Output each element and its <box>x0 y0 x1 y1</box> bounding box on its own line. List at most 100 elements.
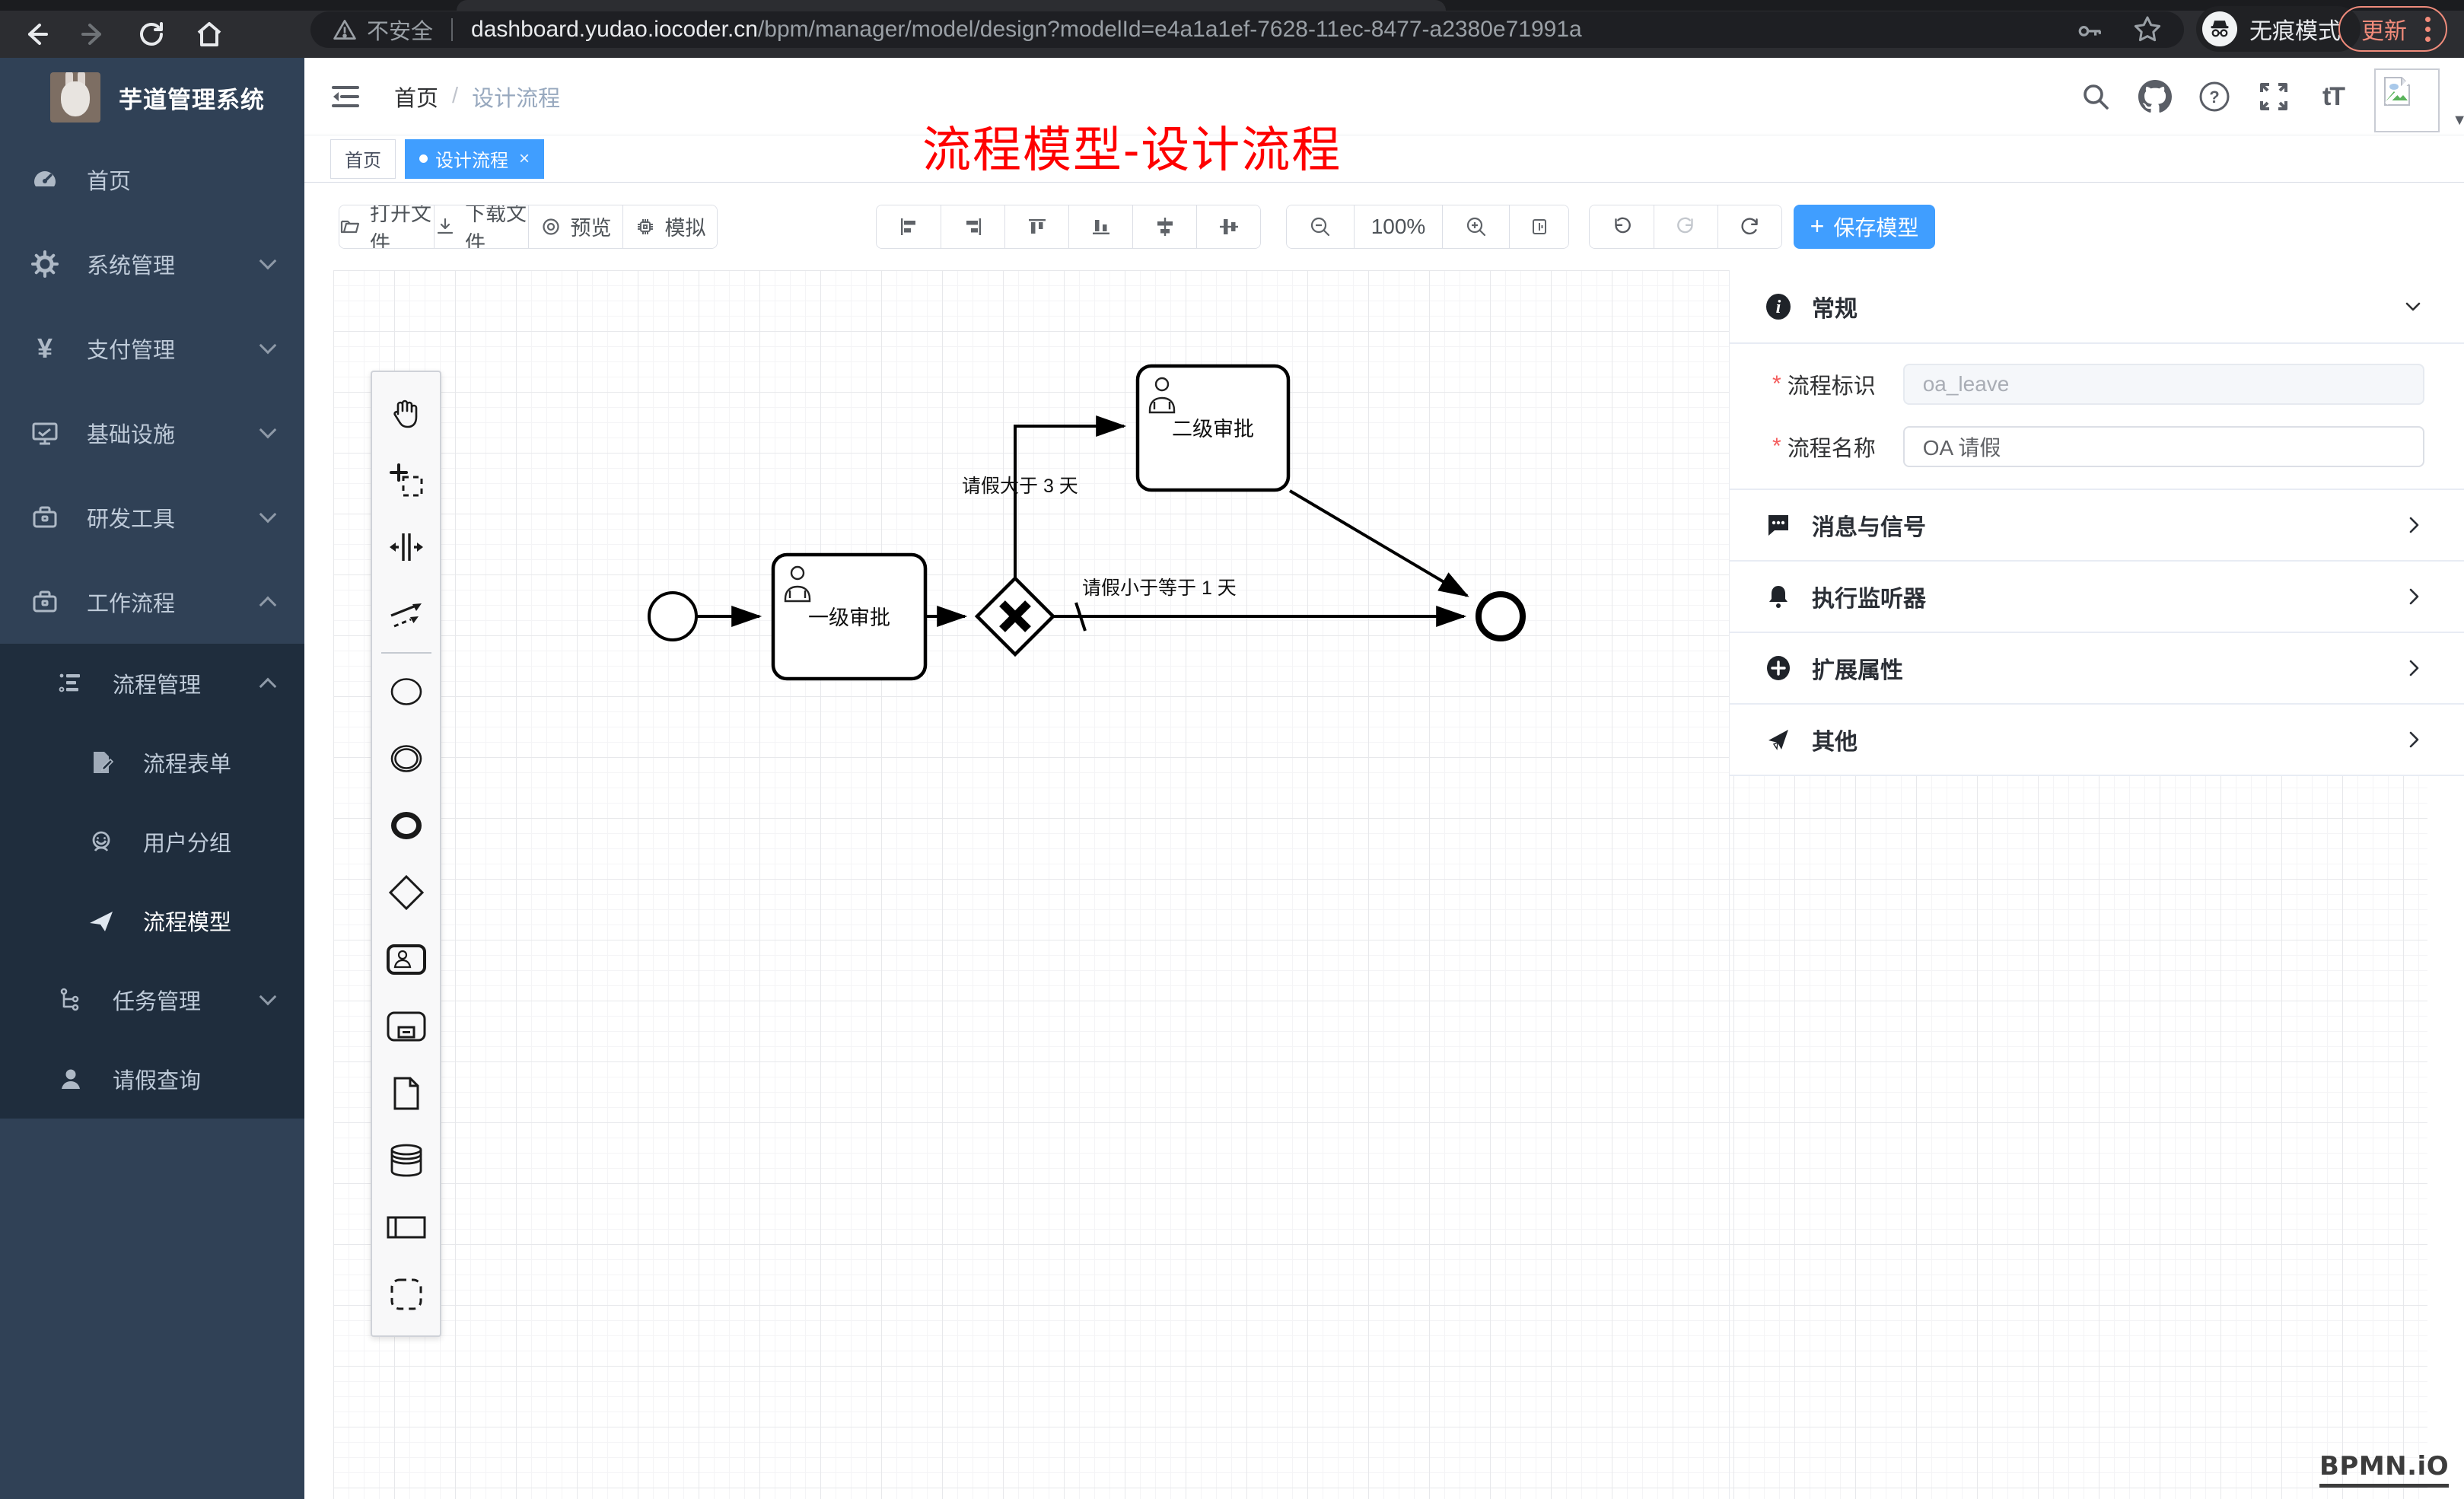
breadcrumb-current: 设计流程 <box>472 81 560 113</box>
intermediate-event-icon[interactable] <box>372 725 440 792</box>
zoom-reset-button[interactable] <box>1509 205 1568 248</box>
user-task-icon[interactable] <box>372 926 440 993</box>
bookmark-star-icon[interactable] <box>2132 14 2163 45</box>
participant-pool-icon[interactable] <box>372 1194 440 1261</box>
redo-button[interactable] <box>1654 205 1717 248</box>
flow-task2-to-end[interactable] <box>1290 491 1467 596</box>
sidebar-item-infrastructure[interactable]: 基础设施 <box>0 390 304 475</box>
restart-button[interactable] <box>1717 205 1781 248</box>
bpmn-canvas[interactable]: 一级审批 二级审批 <box>304 270 2464 1499</box>
start-event-icon[interactable] <box>372 658 440 725</box>
undo-button[interactable] <box>1590 205 1654 248</box>
exclusive-gateway-node[interactable] <box>977 578 1053 654</box>
browser-update-button[interactable]: 更新 <box>2338 6 2447 52</box>
align-right-button[interactable] <box>941 205 1004 248</box>
bpmn-toolbar: 打开文件 下载文件 预览 模拟 <box>304 183 2464 270</box>
space-tool-icon[interactable] <box>372 514 440 581</box>
warning-triangle-icon <box>332 17 358 43</box>
user-avatar[interactable]: ▼ <box>2374 68 2441 134</box>
sidebar-item-process-model[interactable]: 流程模型 <box>0 881 304 960</box>
chevron-right-icon <box>2403 729 2424 750</box>
simulate-button[interactable]: 模拟 <box>622 205 717 248</box>
address-bar[interactable]: 不安全 dashboard.yudao.iocoder.cn/bpm/manag… <box>310 11 2184 48</box>
avatar-caret-icon[interactable]: ▼ <box>2452 112 2464 129</box>
flow-gateway-to-task2[interactable] <box>1015 426 1124 578</box>
process-name-input[interactable] <box>1903 426 2424 467</box>
edge-label-less-equal-1-day[interactable]: 请假小于等于 1 天 <box>1082 578 1237 599</box>
sidebar-item-task-management[interactable]: 任务管理 <box>0 960 304 1039</box>
end-event-node[interactable] <box>1479 594 1523 638</box>
tab-design-process[interactable]: 设计流程 × <box>405 139 544 179</box>
tab-home[interactable]: 首页 <box>330 139 396 179</box>
sidebar-item-workflow[interactable]: 工作流程 <box>0 559 304 644</box>
tab-close-icon[interactable]: × <box>519 150 530 168</box>
sidebar-item-payment[interactable]: ¥ 支付管理 <box>0 306 304 390</box>
help-icon[interactable]: ? <box>2196 78 2233 115</box>
chevron-down-icon[interactable] <box>2402 295 2424 318</box>
search-icon[interactable] <box>2077 78 2114 115</box>
other-row[interactable]: 其他 <box>1730 705 2464 776</box>
svg-text:i: i <box>1776 298 1781 317</box>
monitor-icon <box>30 419 59 447</box>
open-file-button[interactable]: 打开文件 <box>339 205 434 248</box>
app-root: 不安全 dashboard.yudao.iocoder.cn/bpm/manag… <box>0 0 2464 1499</box>
group-icon[interactable] <box>372 1261 440 1328</box>
dashboard-icon <box>30 165 59 194</box>
sidebar-item-home[interactable]: 首页 <box>0 137 304 221</box>
sidebar-item-user-group[interactable]: 用户分组 <box>0 802 304 881</box>
browser-menu-icon[interactable] <box>2425 17 2431 42</box>
sidebar-item-process-management[interactable]: 流程管理 <box>0 644 304 723</box>
browser-back-button[interactable] <box>20 18 52 50</box>
zoom-out-button[interactable] <box>1287 205 1354 248</box>
chevron-down-icon <box>259 336 277 354</box>
app-logo[interactable]: 芋道管理系统 <box>0 58 304 137</box>
global-connect-tool-icon[interactable] <box>372 581 440 648</box>
preview-button[interactable]: 预览 <box>528 205 622 248</box>
align-center-button[interactable] <box>1196 205 1260 248</box>
align-bottom-button[interactable] <box>1068 205 1132 248</box>
subprocess-icon[interactable] <box>372 993 440 1060</box>
process-key-input[interactable] <box>1903 364 2424 405</box>
data-store-icon[interactable] <box>372 1127 440 1194</box>
browser-reload-button[interactable] <box>135 18 167 50</box>
chevron-up-icon <box>259 596 277 613</box>
align-top-button[interactable] <box>1004 205 1068 248</box>
execution-listener-row[interactable]: 执行监听器 <box>1730 562 2464 633</box>
sidebar-item-leave-query[interactable]: 请假查询 <box>0 1039 304 1119</box>
edge-label-greater-3-days[interactable]: 请假大于 3 天 <box>962 476 1078 497</box>
sidebar-item-label: 首页 <box>87 164 131 196</box>
align-middle-button[interactable] <box>1132 205 1196 248</box>
end-event-icon[interactable] <box>372 792 440 859</box>
browser-home-button[interactable] <box>193 18 225 50</box>
save-model-button[interactable]: + 保存模型 <box>1794 205 1935 249</box>
general-section-header[interactable]: i 常规 <box>1730 270 2464 342</box>
data-object-icon[interactable] <box>372 1060 440 1127</box>
fullscreen-icon[interactable] <box>2255 78 2292 115</box>
active-tab-dot <box>419 154 428 163</box>
chevron-right-icon <box>2403 586 2424 607</box>
gateway-icon[interactable] <box>372 859 440 926</box>
plus-icon: + <box>1810 212 1825 240</box>
lasso-tool-icon[interactable] <box>372 447 440 514</box>
password-key-icon[interactable] <box>2076 15 2105 44</box>
align-left-button[interactable] <box>877 205 941 248</box>
breadcrumb-home[interactable]: 首页 <box>394 81 438 113</box>
sidebar-item-process-form[interactable]: 流程表单 <box>0 723 304 802</box>
task1-node[interactable]: 一级审批 <box>773 555 925 679</box>
sidebar-item-system[interactable]: 系统管理 <box>0 221 304 306</box>
extended-properties-row[interactable]: 扩展属性 <box>1730 633 2464 705</box>
hand-tool-icon[interactable] <box>372 380 440 447</box>
sidebar-collapse-icon[interactable] <box>330 81 361 112</box>
zoom-in-button[interactable] <box>1442 205 1509 248</box>
messages-signals-row[interactable]: 消息与信号 <box>1730 490 2464 562</box>
security-warning[interactable]: 不安全 <box>332 14 433 46</box>
task2-node[interactable]: 二级审批 <box>1138 366 1288 490</box>
sidebar-item-devtools[interactable]: 研发工具 <box>0 475 304 559</box>
bell-icon <box>1765 583 1792 610</box>
browser-forward-button[interactable] <box>78 18 110 50</box>
font-size-icon[interactable]: tT <box>2315 78 2351 115</box>
download-file-button[interactable]: 下载文件 <box>434 205 528 248</box>
general-section-title: 常规 <box>1812 290 1858 323</box>
start-event-node[interactable] <box>649 593 696 640</box>
github-icon[interactable] <box>2137 78 2173 115</box>
